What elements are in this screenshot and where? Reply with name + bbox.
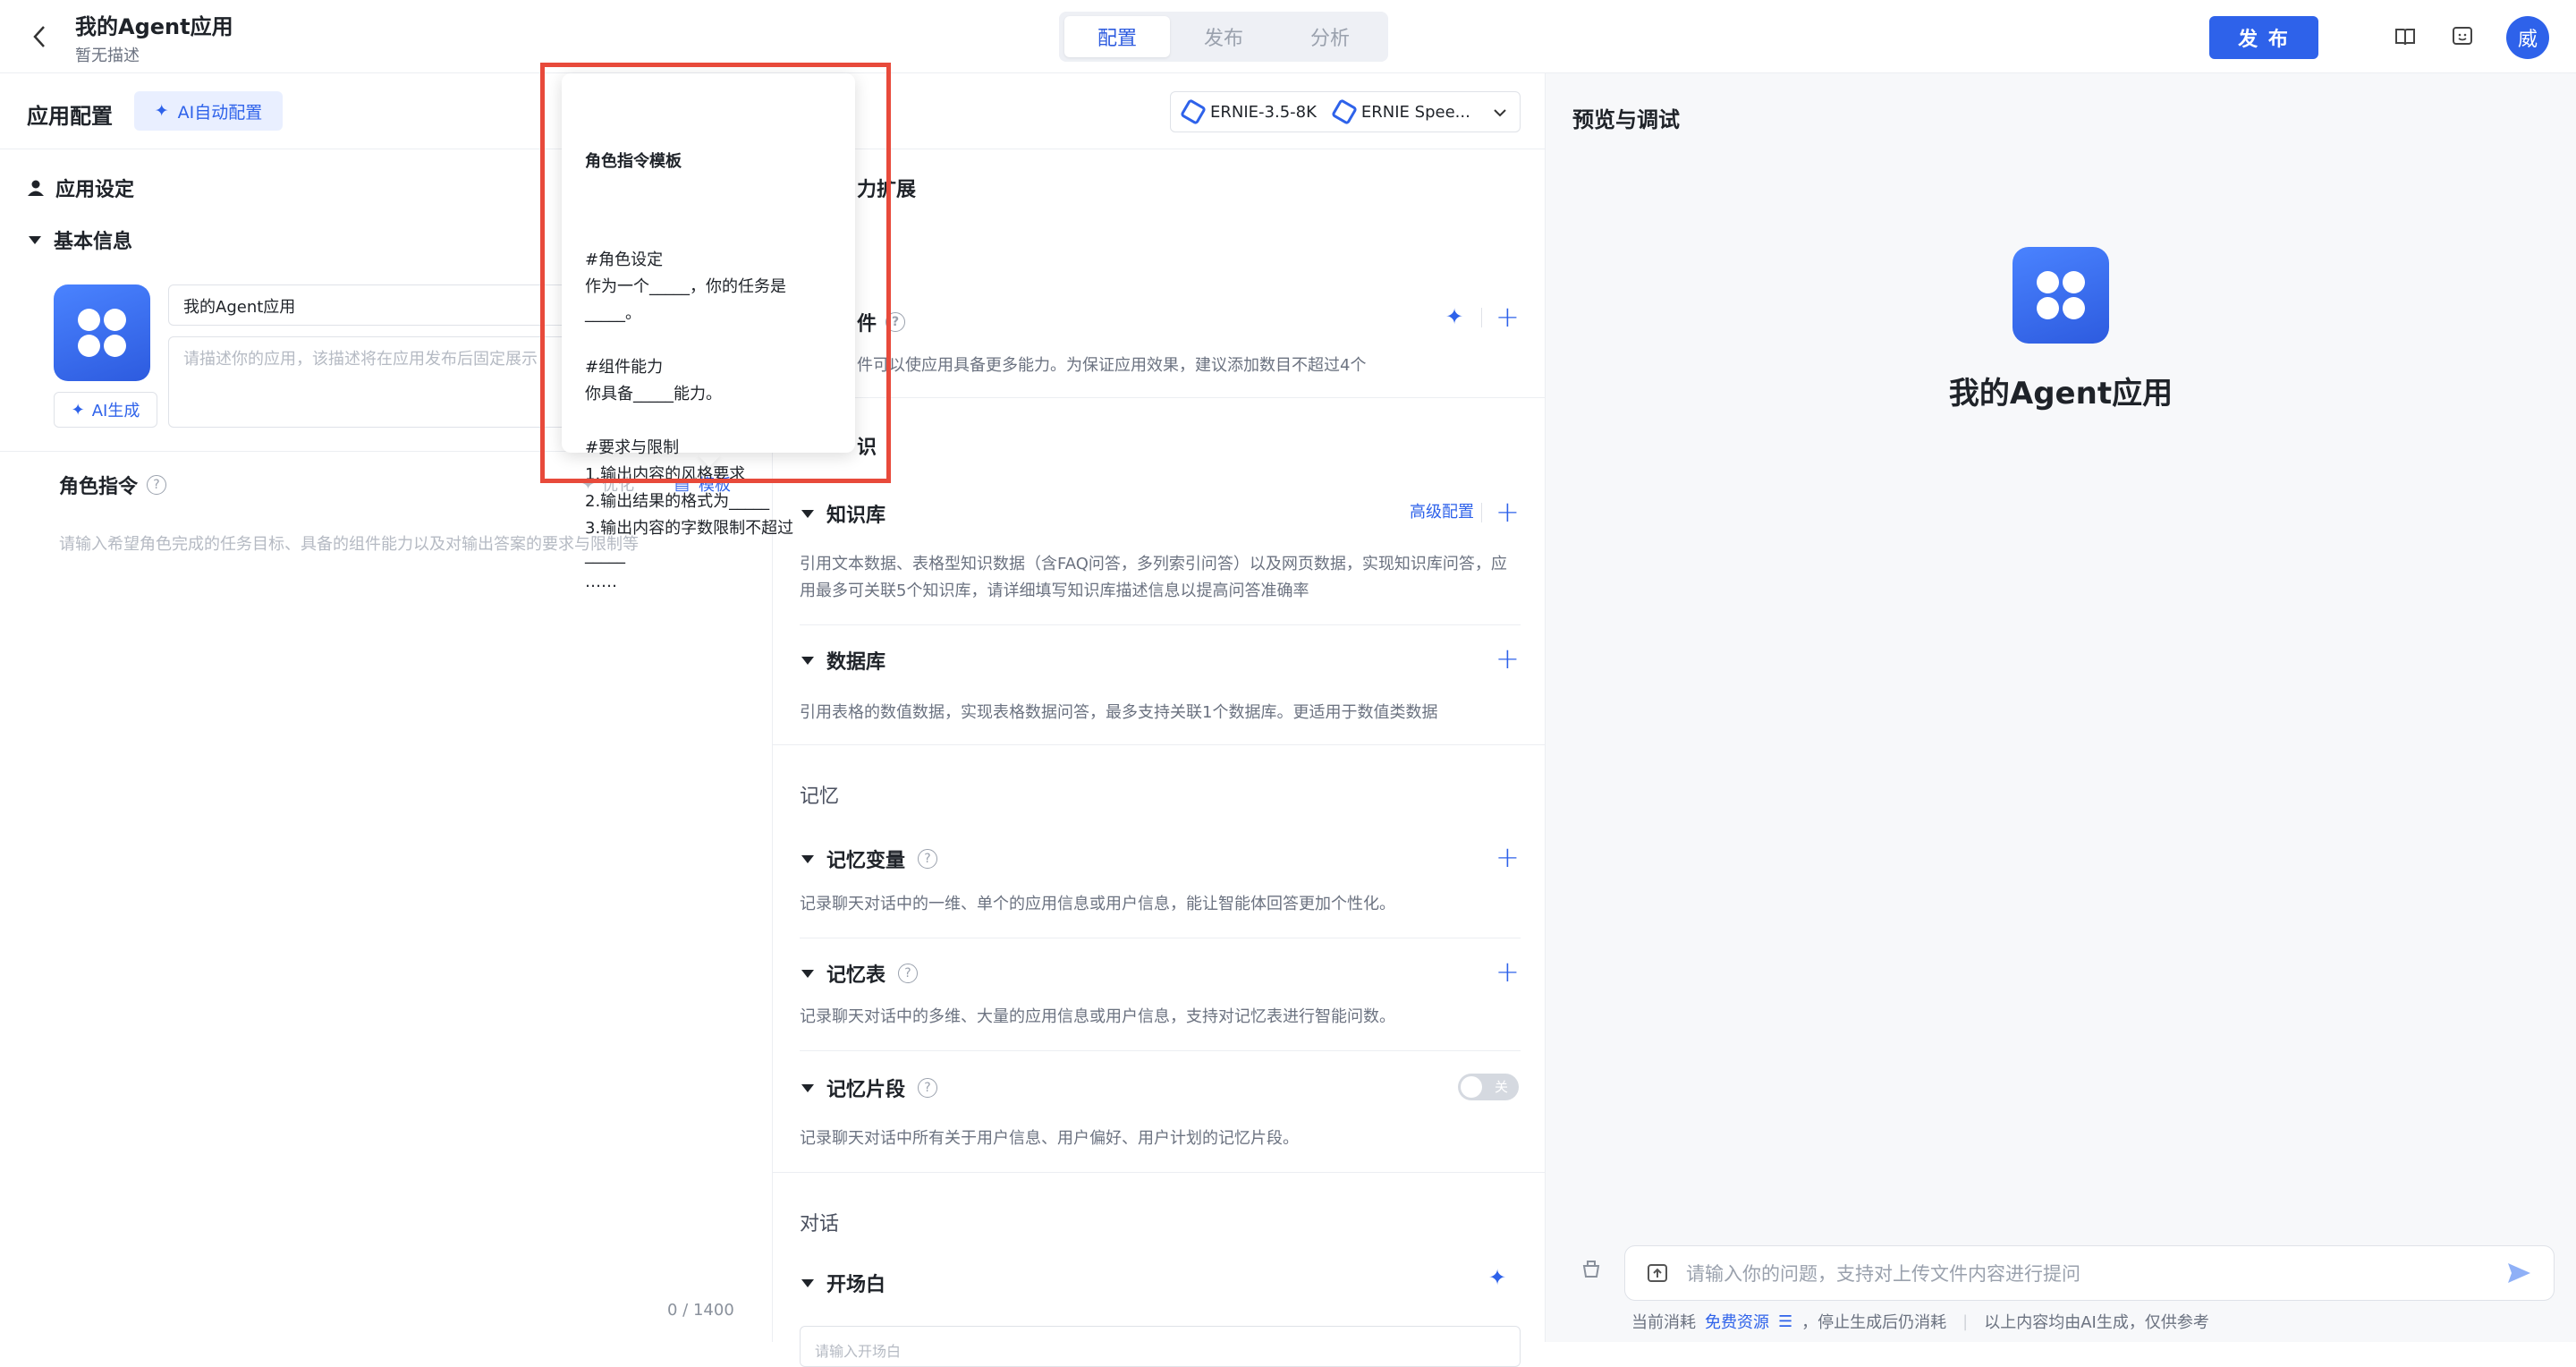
preview-panel: 预览与调试 我的Agent应用 请输入你的问题，支持对上传文件内容进行提问 当前…	[1546, 73, 2576, 1342]
memory-variable-header[interactable]: 记忆变量 ?	[801, 845, 938, 873]
tab-publish[interactable]: 发布	[1171, 16, 1276, 57]
feedback-icon[interactable]	[2447, 21, 2478, 52]
database-header[interactable]: 数据库	[801, 646, 886, 675]
help-icon[interactable]: ?	[918, 1078, 938, 1098]
chevron-down-icon	[1493, 103, 1507, 122]
send-icon[interactable]	[2505, 1260, 2532, 1286]
sparkle-icon[interactable]: ✦	[1488, 1265, 1506, 1290]
tab-config[interactable]: 配置	[1064, 16, 1170, 57]
add-knowledge-base-button[interactable]: +	[1496, 497, 1520, 526]
memory-variable-description: 记录聊天对话中的一维、单个的应用信息或用户信息，能让智能体回答更加个性化。	[800, 895, 1395, 913]
memory-table-header[interactable]: 记忆表 ?	[801, 959, 919, 988]
model-cube-icon	[1179, 98, 1208, 126]
help-icon[interactable]: ?	[147, 475, 167, 495]
memory-snippet-toggle[interactable]: 关	[1458, 1074, 1519, 1100]
user-icon	[28, 180, 44, 196]
model-selector[interactable]: ERNIE-3.5-8K ERNIE Spee...	[1170, 91, 1521, 132]
upload-file-icon[interactable]	[1647, 1262, 1668, 1284]
divider	[773, 1172, 1546, 1173]
memory-snippet-header[interactable]: 记忆片段 ?	[801, 1074, 938, 1102]
toggle-knob	[1461, 1076, 1482, 1098]
top-bar: 我的Agent应用 暂无描述 配置 发布 分析 发 布 威	[0, 0, 2576, 73]
add-database-button[interactable]: +	[1496, 644, 1520, 673]
app-description: 暂无描述	[75, 47, 140, 65]
avatar[interactable]: 威	[2506, 16, 2549, 59]
caret-down-icon	[29, 235, 41, 244]
caret-down-icon	[801, 1083, 814, 1092]
clover-icon	[78, 309, 126, 357]
help-icon[interactable]: ?	[918, 849, 938, 869]
role-instruction-header: 角色指令 ?	[59, 471, 167, 499]
usage-footer: 当前消耗 免费资源 ☰ ，停止生成后仍消耗 | 以上内容均由AI生成，仅供参考	[1631, 1310, 2209, 1333]
plugin-description: 件可以使应用具备更多能力。为保证应用效果，建议添加数目不超过4个	[857, 356, 1367, 375]
divider	[773, 744, 1546, 745]
advanced-config-link[interactable]: 高级配置	[1410, 499, 1474, 522]
ai-generate-button[interactable]: ✦ AI生成	[54, 392, 157, 428]
clover-icon	[2037, 271, 2085, 319]
preview-title: 预览与调试	[1572, 107, 1680, 132]
mode-tabs: 配置 发布 分析	[1059, 12, 1388, 62]
chevron-left-icon[interactable]	[25, 20, 54, 54]
help-icon[interactable]: ?	[898, 964, 919, 983]
book-icon[interactable]	[2390, 21, 2420, 52]
sparkle-icon[interactable]: ✦	[1445, 304, 1463, 329]
caret-down-icon	[801, 1278, 814, 1287]
app-icon[interactable]	[54, 284, 150, 381]
memory-table-description: 记录聊天对话中的多维、大量的应用信息或用户信息，支持对记忆表进行智能问数。	[800, 1007, 1395, 1026]
add-plugin-button[interactable]: +	[1496, 302, 1520, 331]
caret-down-icon	[801, 854, 814, 863]
add-memory-variable-button[interactable]: +	[1496, 843, 1520, 871]
clear-icon[interactable]	[1580, 1256, 1603, 1283]
tab-analysis[interactable]: 分析	[1277, 16, 1383, 57]
chat-input[interactable]: 请输入你的问题，支持对上传文件内容进行提问	[1624, 1245, 2555, 1301]
caret-down-icon	[801, 656, 814, 665]
memory-section-title: 记忆	[800, 785, 840, 808]
sparkle-icon: ✦	[154, 101, 169, 121]
sparkle-icon: ✦	[71, 400, 85, 420]
add-memory-table-button[interactable]: +	[1496, 957, 1520, 986]
settings-header: 应用设定	[27, 174, 134, 202]
preview-app-name: 我的Agent应用	[1948, 376, 2174, 412]
divider	[1481, 308, 1482, 327]
caret-down-icon	[801, 969, 814, 978]
opening-input[interactable]: 请输入开场白	[800, 1326, 1521, 1367]
divider	[800, 624, 1521, 625]
knowledge-base-description: 引用文本数据、表格型知识数据（含FAQ问答，多列索引问答）以及网页数据，实现知识…	[800, 555, 1507, 600]
char-counter: 0 / 1400	[667, 1301, 734, 1320]
database-icon: ☰	[1778, 1312, 1793, 1331]
highlight-box	[540, 63, 891, 483]
free-resource-link[interactable]: 免费资源	[1705, 1310, 1769, 1333]
ai-auto-config-button[interactable]: ✦ AI自动配置	[134, 91, 283, 131]
basic-info-header[interactable]: 基本信息	[29, 225, 132, 254]
model-cube-icon	[1330, 98, 1358, 126]
memory-snippet-description: 记录聊天对话中所有关于用户信息、用户偏好、用户计划的记忆片段。	[800, 1129, 1299, 1148]
dialog-section-title: 对话	[800, 1213, 840, 1235]
app-icon	[2012, 247, 2109, 344]
app-title: 我的Agent应用	[75, 14, 233, 39]
publish-button[interactable]: 发 布	[2209, 16, 2318, 59]
panel-title: 应用配置	[27, 104, 113, 129]
database-description: 引用表格的数值数据，实现表格数据问答，最多支持关联1个数据库。更适用于数值类数据	[800, 703, 1438, 722]
divider	[1481, 503, 1482, 522]
divider	[800, 1050, 1521, 1051]
opening-header[interactable]: 开场白	[801, 1269, 886, 1297]
